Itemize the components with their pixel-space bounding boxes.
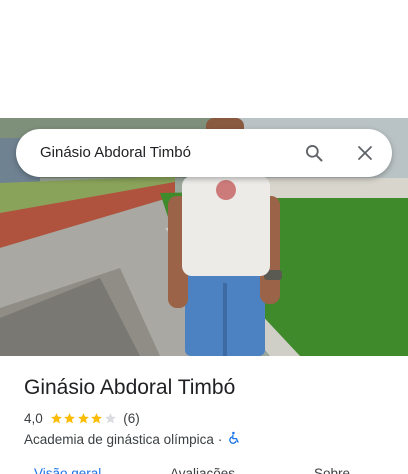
close-icon[interactable]: [353, 141, 377, 165]
category-row: Academia de ginástica olímpica ·: [24, 430, 241, 448]
rating-value: 4,0: [24, 410, 43, 426]
star-icon: [64, 412, 76, 423]
place-info: Ginásio Abdoral Timbó 4,0 (6) Academia d…: [0, 356, 408, 474]
star-icon: [77, 412, 89, 423]
star-empty-icon: [104, 412, 116, 423]
tab-about[interactable]: Sobre: [314, 466, 350, 474]
separator: ·: [217, 431, 223, 447]
blank-header-area: [0, 0, 408, 118]
rating-row[interactable]: 4,0 (6): [24, 409, 140, 427]
maps-place-panel: Ginásio Abdoral Timbó Ginásio Abdoral Ti…: [0, 0, 408, 474]
search-icon[interactable]: [302, 141, 326, 165]
search-box[interactable]: Ginásio Abdoral Timbó: [16, 129, 392, 177]
wheelchair-accessible-icon: [227, 431, 241, 448]
star-icon: [91, 412, 103, 423]
star-icon: [50, 412, 62, 423]
place-category[interactable]: Academia de ginástica olímpica: [24, 432, 214, 447]
place-title: Ginásio Abdoral Timbó: [24, 376, 236, 399]
tab-reviews[interactable]: Avaliações: [170, 466, 235, 474]
review-count[interactable]: (6): [123, 411, 140, 426]
tab-overview[interactable]: Visão geral: [34, 466, 101, 474]
star-rating: [50, 412, 118, 425]
search-input[interactable]: Ginásio Abdoral Timbó: [40, 129, 191, 177]
place-tabs: Visão geral Avaliações Sobre: [0, 466, 408, 474]
